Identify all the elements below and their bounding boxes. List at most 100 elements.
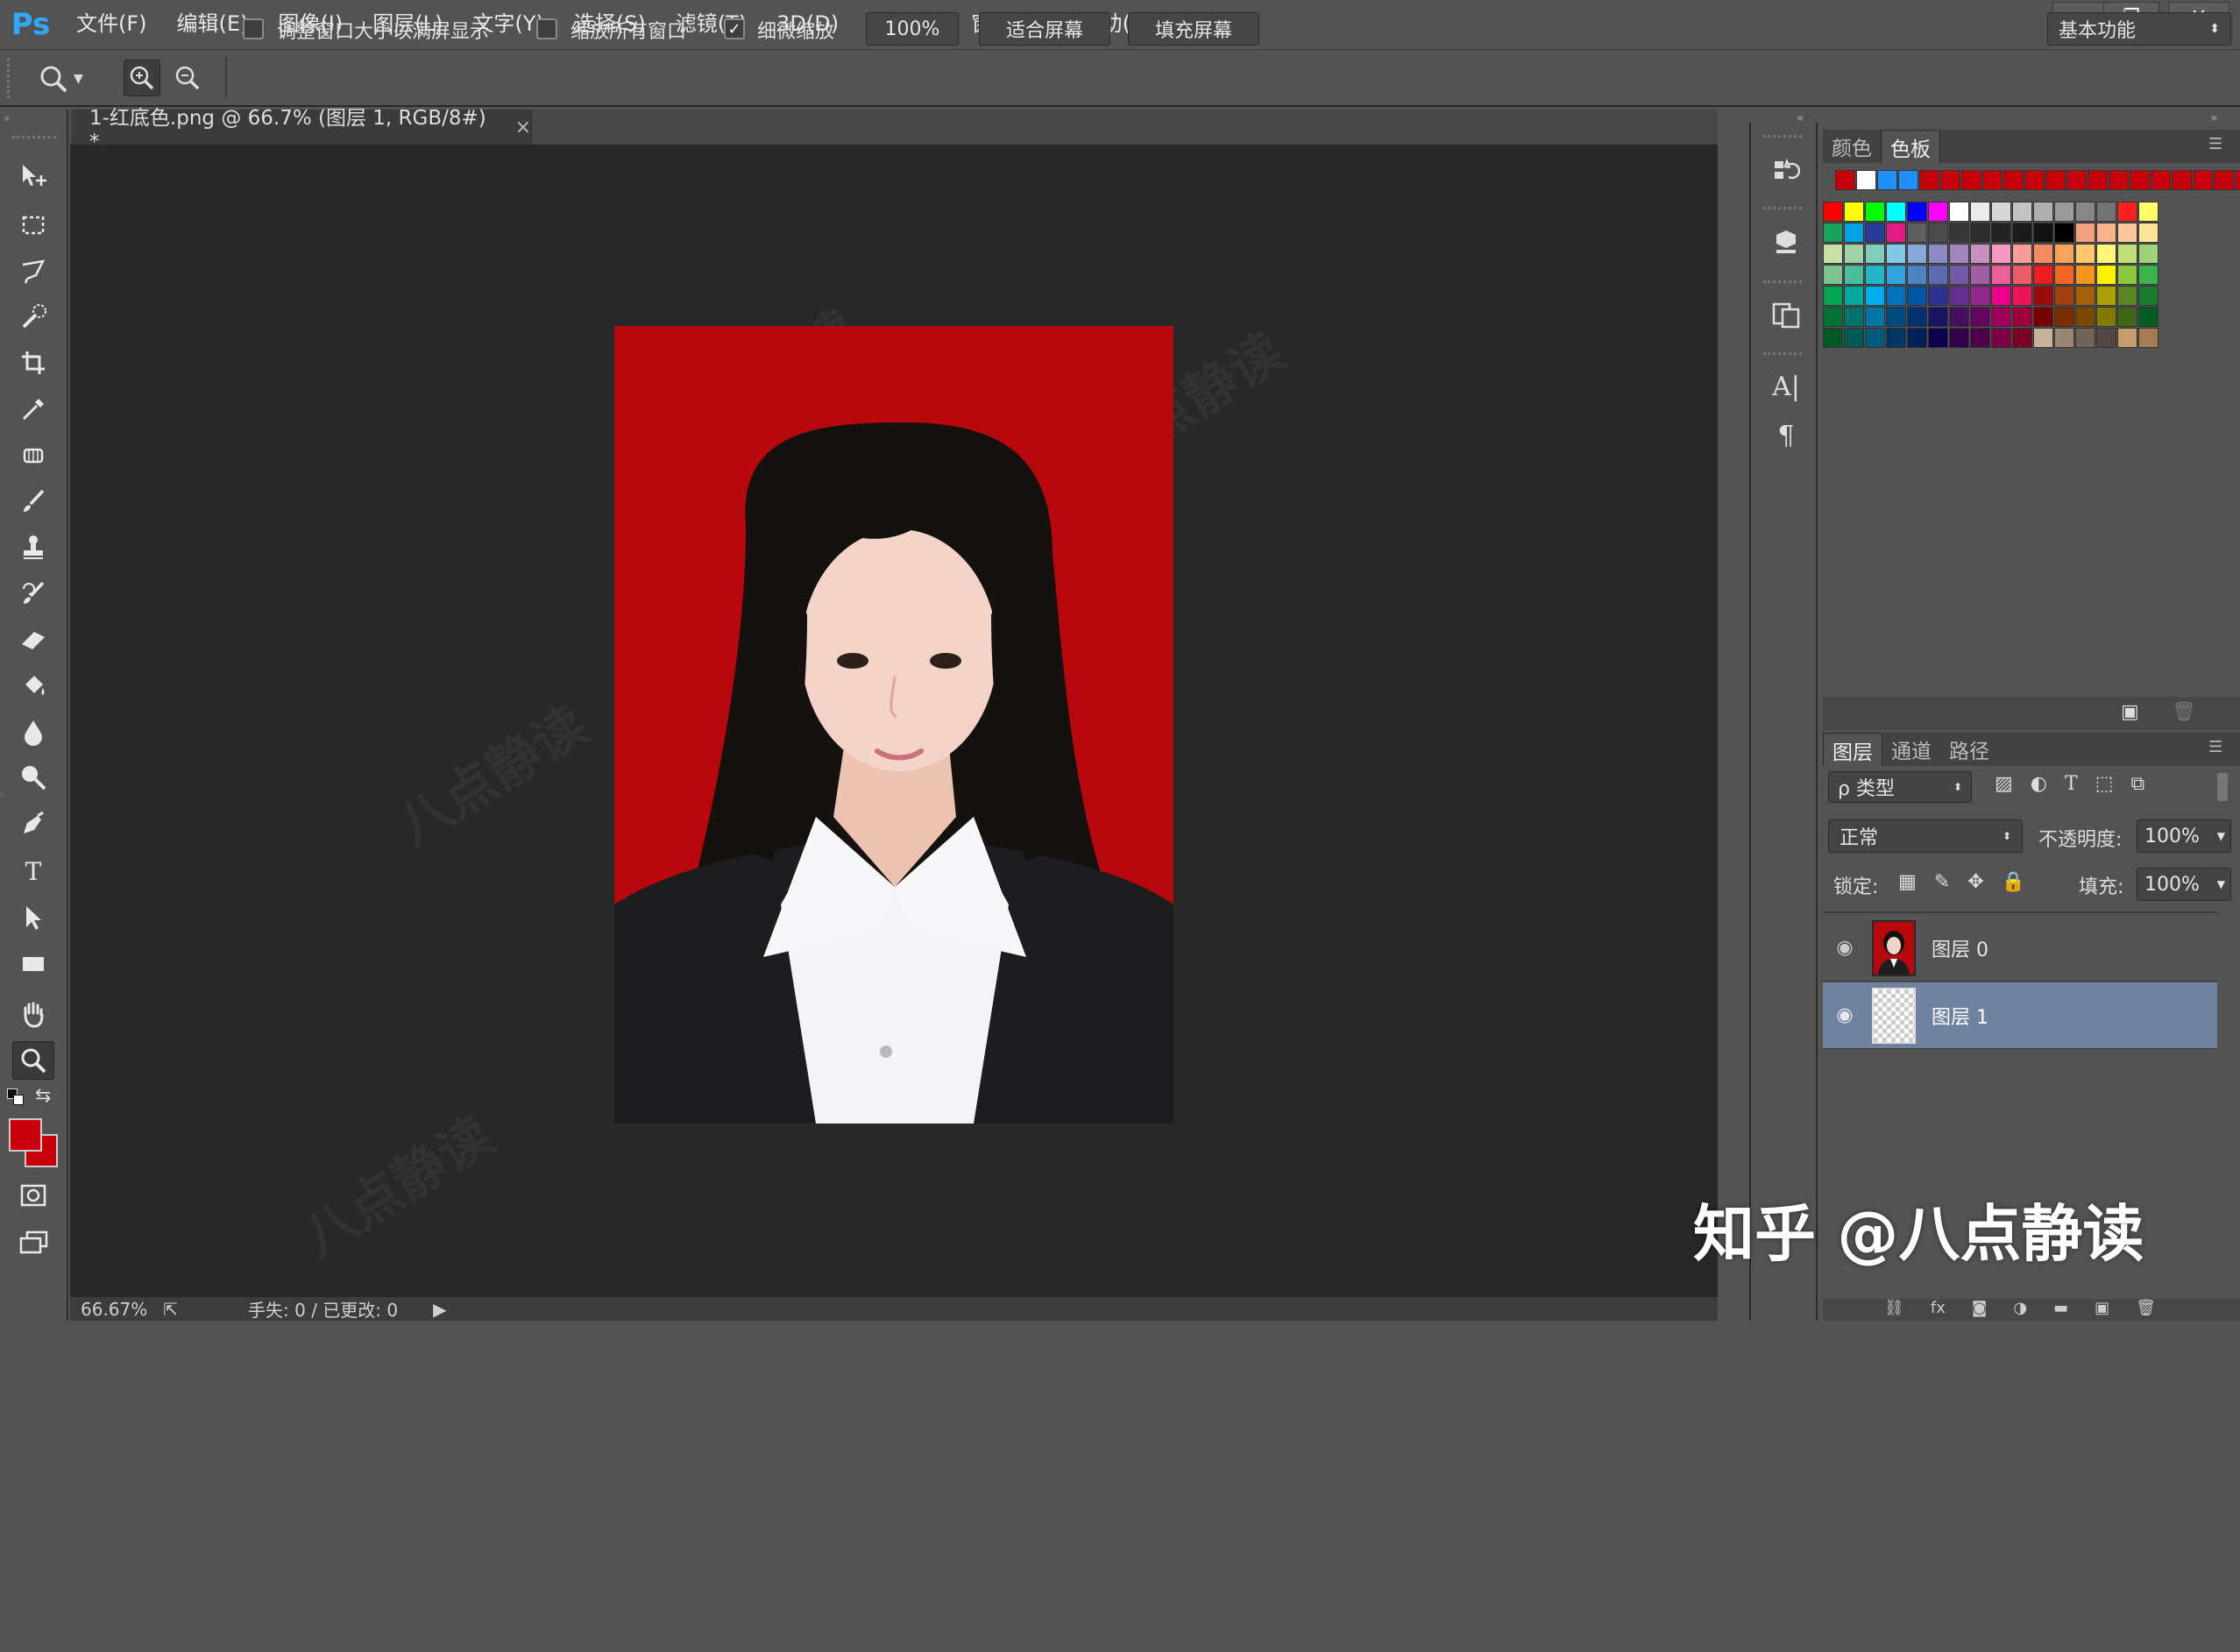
layer-name[interactable]: 图层 1	[1932, 1002, 1988, 1030]
recent-swatch[interactable]	[1982, 170, 2003, 190]
brush-tool[interactable]	[12, 482, 54, 521]
new-swatch-icon[interactable]: ▣	[2121, 701, 2139, 723]
color-swatch[interactable]	[2117, 328, 2137, 348]
color-swatch[interactable]	[1970, 307, 1990, 327]
tab-paths[interactable]: 路径	[1940, 733, 1998, 766]
lasso-tool[interactable]	[12, 252, 54, 290]
color-swatch[interactable]	[2096, 328, 2116, 348]
color-swatch[interactable]	[1949, 265, 1969, 285]
layer-name[interactable]: 图层 0	[1932, 934, 1988, 962]
color-swatch[interactable]	[2012, 265, 2032, 285]
color-swatch[interactable]	[1991, 328, 2011, 348]
recent-swatch[interactable]	[1919, 170, 1939, 190]
recent-swatch[interactable]	[2193, 170, 2213, 190]
color-swatch[interactable]	[1928, 328, 1948, 348]
color-swatch[interactable]	[1886, 202, 1906, 222]
color-swatch[interactable]	[1991, 265, 2011, 285]
color-swatch[interactable]	[2117, 265, 2137, 285]
color-swatch[interactable]	[1865, 307, 1885, 327]
move-tool[interactable]	[12, 158, 54, 196]
tab-color[interactable]: 颜色	[1823, 130, 1881, 163]
foreground-color-swatch[interactable]	[9, 1118, 42, 1152]
layer-filter-kind-select[interactable]: ρ 类型 ⬍	[1828, 771, 1972, 803]
color-swatch[interactable]	[1928, 286, 1948, 306]
color-swatch[interactable]	[2033, 265, 2053, 285]
color-swatch[interactable]	[1844, 202, 1864, 222]
color-swatch[interactable]	[1928, 202, 1948, 222]
visibility-eye-icon[interactable]: ◉	[1823, 1004, 1867, 1026]
character-panel-button[interactable]: A|	[1765, 366, 1807, 407]
recent-swatch[interactable]	[1877, 170, 1897, 190]
new-group-icon[interactable]: ▬	[2053, 1299, 2068, 1321]
color-swatch[interactable]	[1970, 328, 1990, 348]
crop-tool[interactable]	[12, 344, 54, 382]
color-swatch[interactable]	[2012, 244, 2032, 264]
color-swatch[interactable]	[1970, 286, 1990, 306]
color-swatch[interactable]	[1928, 223, 1948, 243]
color-swatch[interactable]	[2138, 286, 2158, 306]
tab-layers[interactable]: 图层	[1823, 733, 1882, 766]
color-swatch[interactable]	[2138, 307, 2158, 327]
workspace-switcher[interactable]: 基本功能 ⬍	[2047, 12, 2231, 46]
color-swatch[interactable]	[1823, 265, 1843, 285]
color-swatch[interactable]	[2075, 286, 2095, 306]
color-swatch[interactable]	[1970, 223, 1990, 243]
color-swatch[interactable]	[2138, 223, 2158, 243]
color-swatch[interactable]	[1823, 223, 1843, 243]
default-colors-button[interactable]	[7, 1088, 26, 1108]
color-swatch[interactable]	[1991, 202, 2011, 222]
color-swatch[interactable]	[2096, 265, 2116, 285]
color-swatch[interactable]	[1907, 223, 1927, 243]
color-swatch[interactable]	[1823, 286, 1843, 306]
color-swatch[interactable]	[1886, 307, 1906, 327]
delete-swatch-icon[interactable]: 🗑	[2172, 701, 2196, 723]
properties-panel-button[interactable]	[1765, 221, 1807, 261]
recent-swatch[interactable]	[2066, 170, 2087, 190]
recent-swatch[interactable]	[1940, 170, 1960, 190]
color-swatch[interactable]	[2096, 202, 2116, 222]
zoom-level-readout[interactable]: 66.67%	[81, 1299, 147, 1320]
color-swatch[interactable]	[2096, 244, 2116, 264]
color-swatch[interactable]	[1907, 307, 1927, 327]
color-swatch[interactable]	[2054, 244, 2074, 264]
color-swatch[interactable]	[1844, 286, 1864, 306]
color-swatch[interactable]	[1865, 265, 1885, 285]
color-swatch[interactable]	[2033, 307, 2053, 327]
color-swatch[interactable]	[1865, 328, 1885, 348]
color-swatch[interactable]	[2054, 265, 2074, 285]
color-swatch[interactable]	[1907, 286, 1927, 306]
color-swatch[interactable]	[1823, 328, 1843, 348]
color-swatch[interactable]	[2033, 328, 2053, 348]
zoom-out-button[interactable]	[169, 60, 206, 96]
filter-shape-icon[interactable]: ⬚	[2095, 773, 2114, 795]
lock-all-icon[interactable]: 🔒	[2002, 871, 2025, 893]
color-swatch[interactable]	[2033, 223, 2053, 243]
color-swatch[interactable]	[1991, 286, 2011, 306]
color-swatch[interactable]	[2096, 286, 2116, 306]
lock-position-icon[interactable]: ✥	[1967, 871, 1983, 893]
recent-swatch[interactable]	[1898, 170, 1918, 190]
add-mask-icon[interactable]: ◙	[1972, 1299, 1987, 1321]
collapse-dock-icon[interactable]: «	[1797, 111, 1804, 125]
clone-stamp-tool[interactable]	[12, 528, 54, 567]
adjustment-layer-icon[interactable]: ◑	[2013, 1299, 2027, 1321]
layers-panel-menu-icon[interactable]: ☰	[2208, 738, 2222, 756]
lock-transparent-pixels-icon[interactable]: ▦	[1898, 871, 1917, 893]
color-swatch[interactable]	[1949, 307, 1969, 327]
visibility-eye-icon[interactable]: ◉	[1823, 937, 1867, 959]
history-panel-button[interactable]	[1765, 151, 1807, 191]
filter-adjustment-icon[interactable]: ◐	[2031, 773, 2047, 795]
new-layer-icon[interactable]: ▣	[2095, 1299, 2109, 1321]
color-swatch[interactable]	[2117, 223, 2137, 243]
color-swatch[interactable]	[1970, 202, 1990, 222]
color-swatch[interactable]	[2117, 307, 2137, 327]
swap-colors-icon[interactable]: ⇆	[35, 1085, 58, 1107]
recent-swatch[interactable]	[2172, 170, 2192, 190]
color-swatch[interactable]	[1886, 223, 1906, 243]
document-tab[interactable]: 1-红底色.png @ 66.7% (图层 1, RGB/8#) * ×	[72, 107, 532, 153]
color-swatch[interactable]	[2075, 328, 2095, 348]
recent-swatch[interactable]	[2235, 170, 2240, 190]
recent-swatch[interactable]	[1835, 170, 1855, 190]
opacity-field[interactable]: 100% ▼	[2137, 819, 2231, 853]
color-swatch[interactable]	[1949, 328, 1969, 348]
